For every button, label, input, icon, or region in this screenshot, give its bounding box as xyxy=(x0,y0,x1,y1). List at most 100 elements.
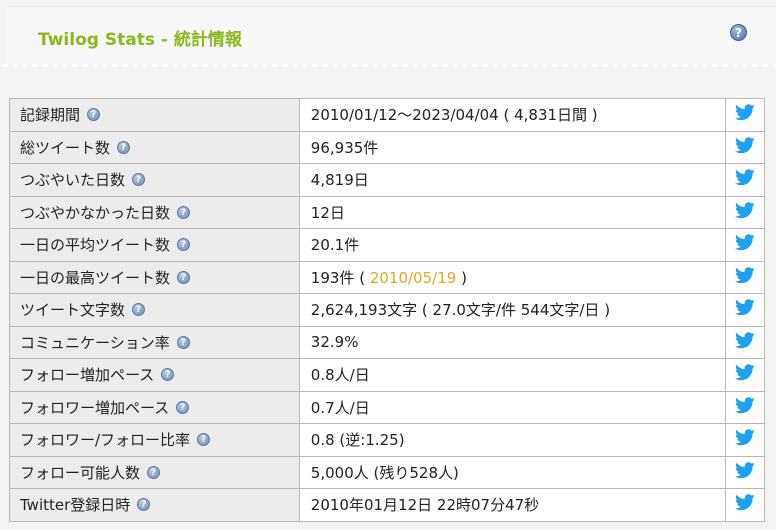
tweet-share-cell xyxy=(725,390,765,424)
tweet-share-cell xyxy=(725,163,765,197)
stat-label: つぶやかなかった日数 xyxy=(20,203,171,222)
help-icon[interactable]: ? xyxy=(161,368,175,382)
twitter-bird-icon[interactable] xyxy=(735,104,755,125)
table-row: フォロワー増加ペース? 0.7人/日 xyxy=(9,390,765,424)
tweet-share-cell xyxy=(725,455,765,489)
stat-value-cell: 0.8 (逆:1.25) xyxy=(298,423,727,457)
help-icon[interactable]: ? xyxy=(177,270,191,284)
stat-value: 0.8 (逆:1.25) xyxy=(310,431,405,450)
stat-label-cell: コミュニケーション率? xyxy=(9,325,300,359)
twitter-bird-icon[interactable] xyxy=(735,332,755,353)
help-icon[interactable]: ? xyxy=(730,24,747,41)
scalloped-divider xyxy=(0,64,776,74)
page-title: Twilog Stats - 統計情報 xyxy=(38,30,242,50)
stat-label: フォロー可能人数 xyxy=(20,463,141,482)
stat-value-cell: 0.7人/日 xyxy=(298,390,727,424)
twitter-bird-icon[interactable] xyxy=(735,364,755,385)
tweet-share-cell xyxy=(725,130,765,164)
twitter-bird-icon[interactable] xyxy=(735,234,755,255)
stat-value: 5,000人 (残り528人) xyxy=(310,463,459,482)
tweet-share-cell xyxy=(725,98,765,132)
tweet-share-cell xyxy=(725,228,765,262)
stat-label-cell: フォロワー/フォロー比率? xyxy=(9,423,300,457)
stat-label-cell: フォロワー増加ペース? xyxy=(9,390,300,424)
stat-value: 4,819日 xyxy=(310,171,369,190)
stat-value: 2010年01月12日 22時07分47秒 xyxy=(310,496,540,515)
stat-label-cell: フォロー可能人数? xyxy=(9,455,300,489)
stat-label-cell: ツイート文字数? xyxy=(9,293,300,327)
table-row: ツイート文字数? 2,624,193文字 ( 27.0文字/件 544文字/日 ) xyxy=(9,293,765,327)
help-icon[interactable]: ? xyxy=(197,433,211,447)
stat-value-cell: 2,624,193文字 ( 27.0文字/件 544文字/日 ) xyxy=(298,293,727,327)
stat-value: 96,935件 xyxy=(310,138,379,157)
tweet-share-cell xyxy=(725,293,765,327)
stat-value-cell: 12日 xyxy=(298,195,727,229)
tweet-share-cell xyxy=(725,260,765,294)
stat-value-cell: 4,819日 xyxy=(298,163,727,197)
stat-label-cell: Twitter登録日時? xyxy=(9,488,300,522)
twitter-bird-icon[interactable] xyxy=(735,397,755,418)
help-icon[interactable]: ? xyxy=(87,108,101,122)
stat-label-cell: つぶやかなかった日数? xyxy=(9,195,300,229)
table-row: つぶやいた日数? 4,819日 xyxy=(9,163,765,197)
stat-value-cell: 2010年01月12日 22時07分47秒 xyxy=(298,488,727,522)
stat-label: コミュニケーション率 xyxy=(20,333,170,352)
table-row: コミュニケーション率? 32.9% xyxy=(9,325,765,359)
table-row: フォロー増加ペース? 0.8人/日 xyxy=(9,358,765,392)
stat-value: 20.1件 xyxy=(310,236,360,255)
stat-label: フォロワー/フォロー比率 xyxy=(20,431,191,450)
table-row: つぶやかなかった日数? 12日 xyxy=(9,195,765,229)
twitter-bird-icon[interactable] xyxy=(735,299,755,320)
stat-value: 12日 xyxy=(310,203,345,222)
table-row: フォロー可能人数? 5,000人 (残り528人) xyxy=(9,455,765,489)
stat-value: 32.9% xyxy=(310,333,359,352)
table-row: 記録期間? 2010/01/12～2023/04/04 ( 4,831日間 ) xyxy=(9,98,765,132)
help-icon[interactable]: ? xyxy=(132,303,146,317)
help-icon[interactable]: ? xyxy=(132,173,146,187)
stat-label: 一日の最高ツイート数 xyxy=(20,268,171,287)
help-icon[interactable]: ? xyxy=(176,335,190,349)
stats-table: 記録期間? 2010/01/12～2023/04/04 ( 4,831日間 ) 総ツ… xyxy=(9,98,765,522)
stat-label-cell: 記録期間? xyxy=(9,98,300,132)
stat-value: 0.8人/日 xyxy=(310,366,370,385)
help-icon[interactable]: ? xyxy=(176,400,190,414)
stat-label-cell: 一日の平均ツイート数? xyxy=(9,228,300,262)
stat-label: Twitter登録日時 xyxy=(20,496,131,515)
stat-value-prefix: 193件 ( xyxy=(310,268,370,287)
tweet-share-cell xyxy=(725,423,765,457)
stat-value-cell: 2010/01/12～2023/04/04 ( 4,831日間 ) xyxy=(298,98,727,132)
tweet-share-cell xyxy=(725,358,765,392)
stat-value: 0.7人/日 xyxy=(310,398,370,417)
stats-card: Twilog Stats - 統計情報 ? 記録期間? 2010/01/12～20… xyxy=(0,0,776,530)
stat-date-link[interactable]: 2010/05/19 xyxy=(370,269,456,287)
stat-label: つぶやいた日数 xyxy=(20,171,126,190)
stat-value-cell: 32.9% xyxy=(298,325,727,359)
help-icon[interactable]: ? xyxy=(117,140,131,154)
twitter-bird-icon[interactable] xyxy=(735,137,755,158)
twitter-bird-icon[interactable] xyxy=(735,169,755,190)
tweet-share-cell xyxy=(725,325,765,359)
tweet-share-cell xyxy=(725,488,765,522)
twitter-bird-icon[interactable] xyxy=(735,494,755,515)
stat-label: 一日の平均ツイート数 xyxy=(20,236,171,255)
twitter-bird-icon[interactable] xyxy=(735,267,755,288)
help-icon[interactable]: ? xyxy=(137,498,151,512)
twitter-bird-icon[interactable] xyxy=(735,462,755,483)
stat-value-cell: 20.1件 xyxy=(298,228,727,262)
table-row: Twitter登録日時? 2010年01月12日 22時07分47秒 xyxy=(9,488,765,522)
help-icon[interactable]: ? xyxy=(147,465,161,479)
help-icon[interactable]: ? xyxy=(177,238,191,252)
stat-label-cell: 一日の最高ツイート数? xyxy=(9,260,300,294)
table-row: フォロワー/フォロー比率? 0.8 (逆:1.25) xyxy=(9,423,765,457)
stat-label-cell: フォロー増加ペース? xyxy=(9,358,300,392)
stat-label-cell: つぶやいた日数? xyxy=(9,163,300,197)
help-icon[interactable]: ? xyxy=(177,205,191,219)
stats-header: Twilog Stats - 統計情報 ? xyxy=(6,6,776,65)
stat-label: 記録期間 xyxy=(20,106,81,125)
table-row: 総ツイート数? 96,935件 xyxy=(9,130,765,164)
twitter-bird-icon[interactable] xyxy=(735,202,755,223)
twitter-bird-icon[interactable] xyxy=(735,429,755,450)
stat-value-cell: 5,000人 (残り528人) xyxy=(298,455,727,489)
stat-value-cell: 0.8人/日 xyxy=(298,358,727,392)
stat-label: フォロー増加ペース xyxy=(20,366,155,385)
